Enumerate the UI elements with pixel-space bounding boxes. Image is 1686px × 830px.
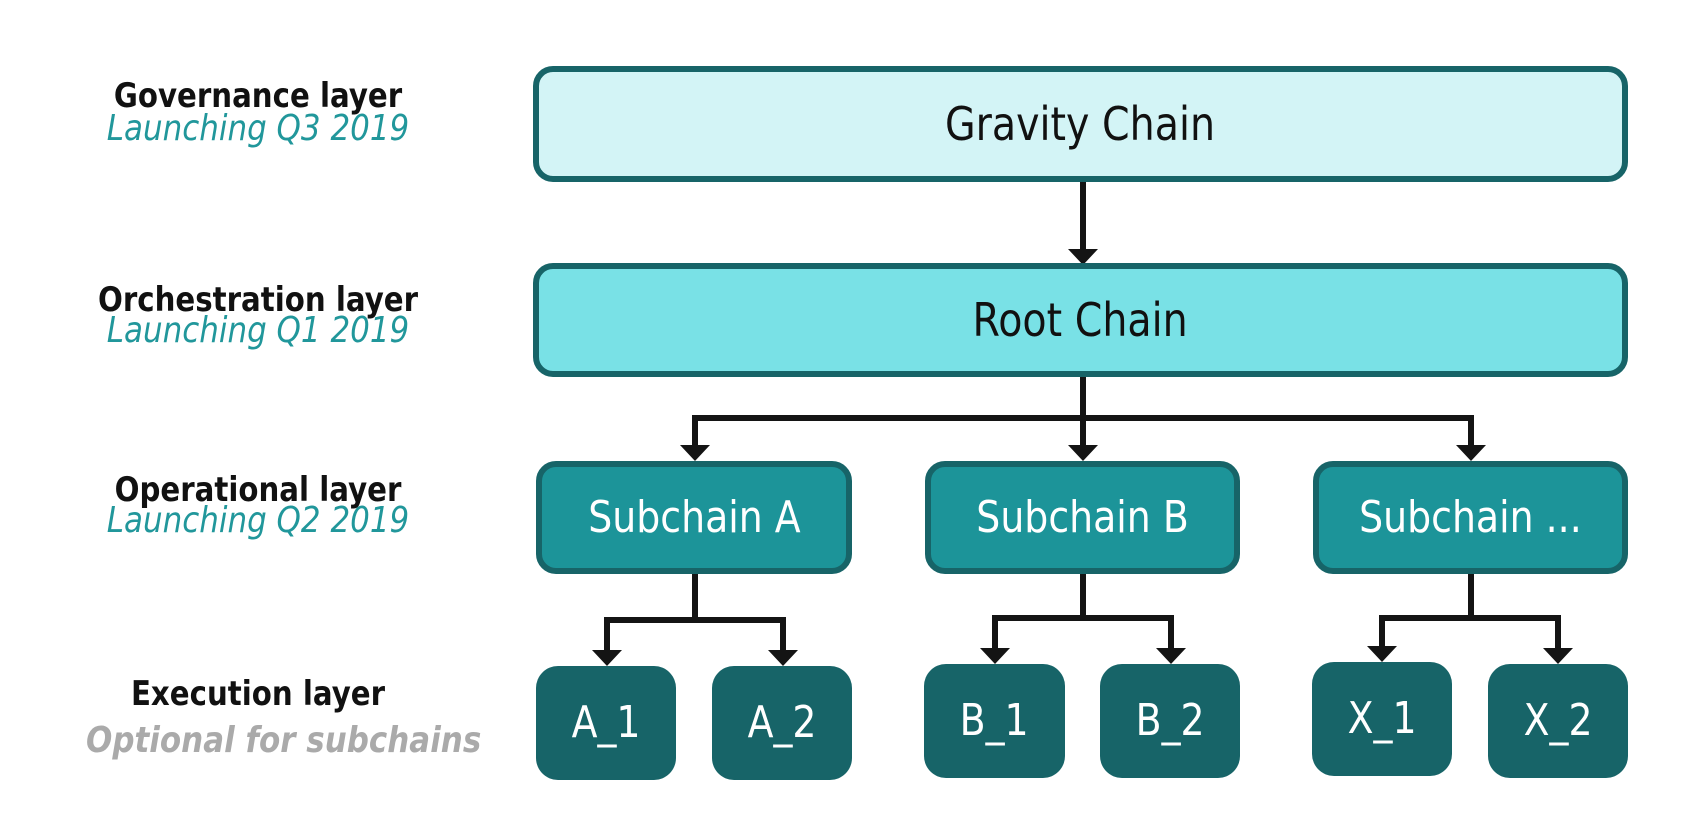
node-gravity-chain[interactable]: Gravity Chain <box>533 66 1628 182</box>
edge-subchain-b-bus <box>992 615 1174 650</box>
node-label: B_2 <box>1135 695 1205 746</box>
node-a-2[interactable]: A_2 <box>712 666 852 780</box>
node-label: Subchain B <box>976 491 1189 543</box>
arrowhead-b2 <box>1156 648 1186 664</box>
arrowhead-subchain-a <box>680 445 710 461</box>
node-label: A_1 <box>571 697 641 748</box>
node-label: X_2 <box>1523 695 1593 746</box>
edge-subchain-a-bus <box>604 617 786 652</box>
node-b-1[interactable]: B_1 <box>924 664 1065 778</box>
node-x-2[interactable]: X_2 <box>1488 664 1628 778</box>
arrowhead-b1 <box>980 648 1010 664</box>
arrowhead-x2 <box>1543 648 1573 664</box>
node-b-2[interactable]: B_2 <box>1100 664 1240 778</box>
node-subchain-a[interactable]: Subchain A <box>536 461 852 574</box>
arrowhead-x1 <box>1367 646 1397 662</box>
node-label: Subchain A <box>587 491 801 543</box>
arrowhead-a2 <box>768 650 798 666</box>
node-label: Subchain ... <box>1359 491 1582 543</box>
edge-subchain-x-bus <box>1379 615 1561 650</box>
node-label: B_1 <box>960 695 1029 746</box>
node-label: X_1 <box>1347 693 1417 744</box>
node-label: Root Chain <box>972 293 1189 347</box>
node-root-chain[interactable]: Root Chain <box>533 263 1628 377</box>
node-subchain-b[interactable]: Subchain B <box>925 461 1240 574</box>
arrowhead-subchain-b <box>1068 445 1098 461</box>
arrowhead-a1 <box>592 650 622 666</box>
arrowhead-subchain-x <box>1456 445 1486 461</box>
node-x-1[interactable]: X_1 <box>1312 662 1452 776</box>
node-label: A_2 <box>747 697 817 748</box>
node-a-1[interactable]: A_1 <box>536 666 676 780</box>
node-label: Gravity Chain <box>945 97 1216 151</box>
node-subchain-x[interactable]: Subchain ... <box>1313 461 1628 574</box>
